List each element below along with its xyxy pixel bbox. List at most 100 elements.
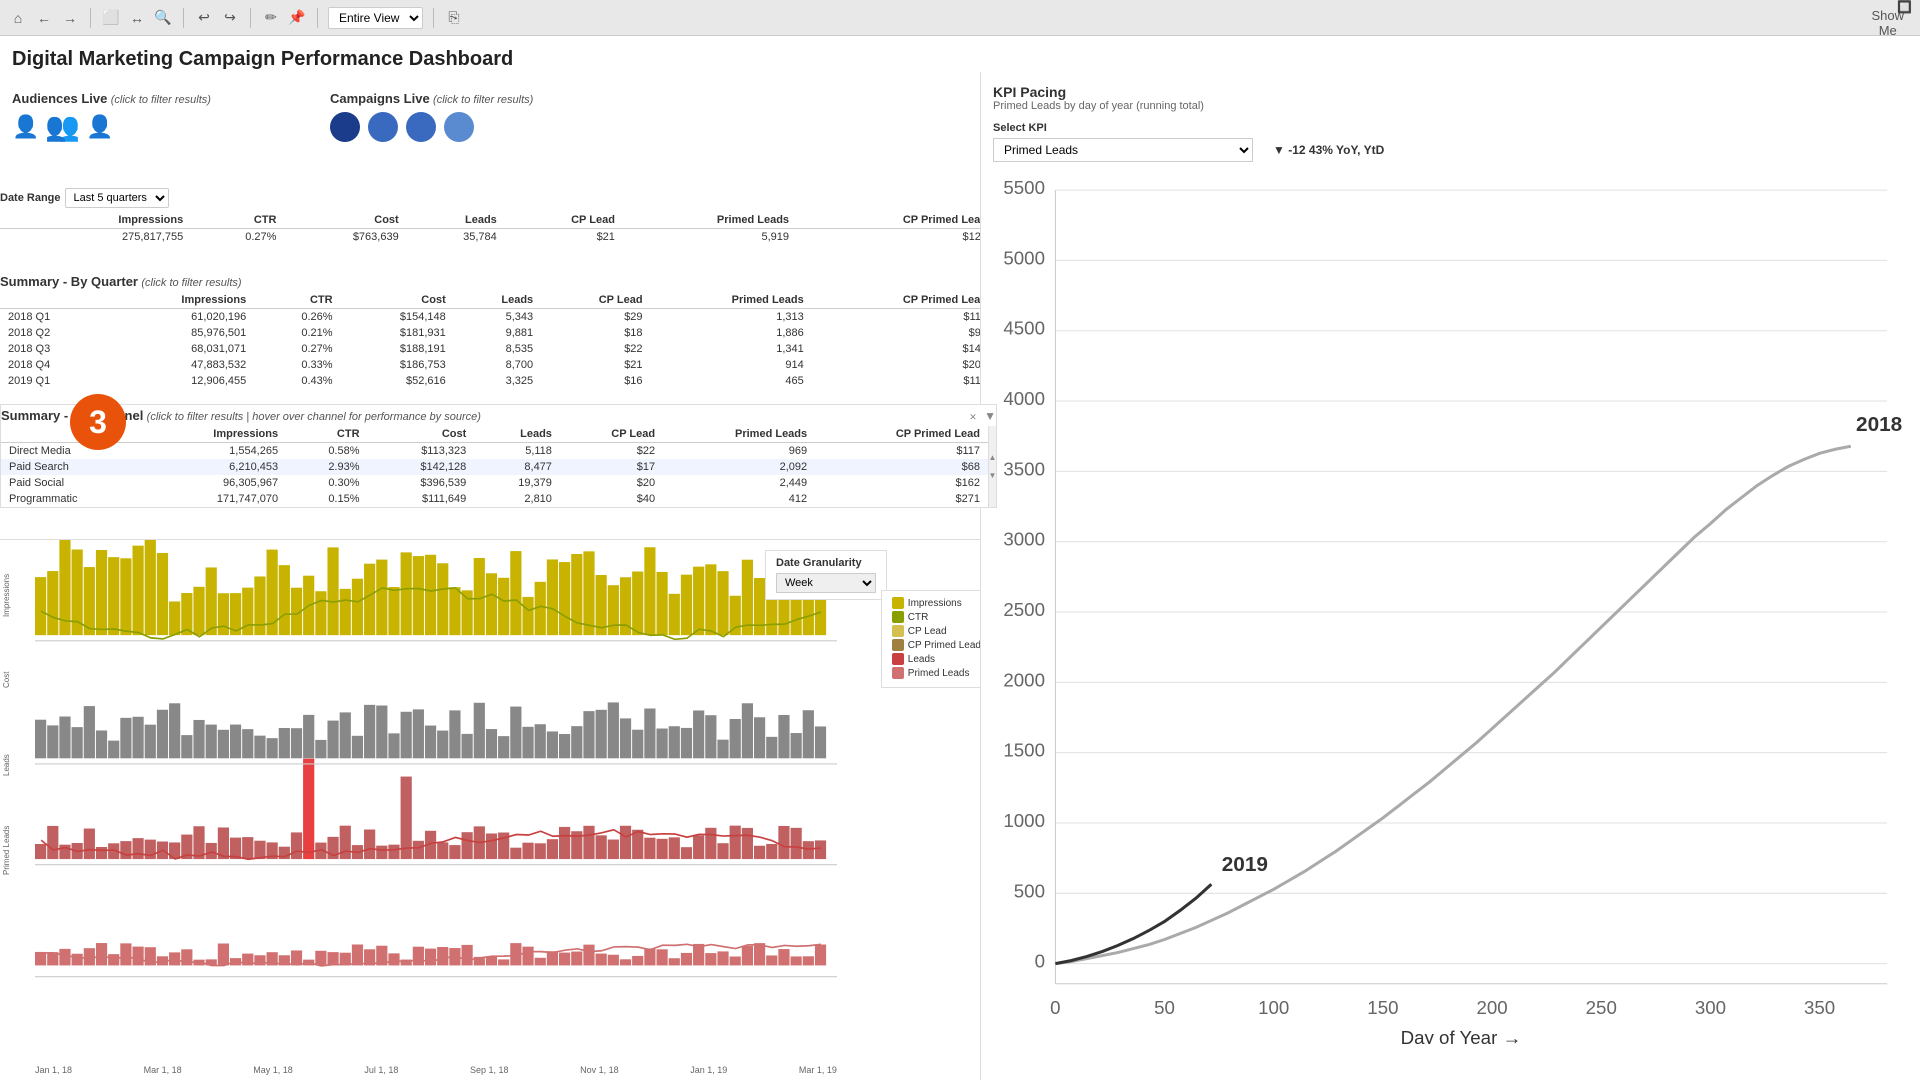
legend-primedleads-dot [892, 667, 904, 679]
q-cplead-1: $18 [541, 325, 650, 341]
granularity-select[interactable]: Week [776, 573, 876, 593]
quarterly-row-0[interactable]: 2018 Q1 61,020,196 0.26% $154,148 5,343 … [0, 309, 995, 326]
ch-cpprimed-2: $162 [815, 475, 988, 491]
pin-icon[interactable]: 📌 [287, 8, 307, 28]
ch-cplead-2: $20 [560, 475, 663, 491]
dashboard-title: Digital Marketing Campaign Performance D… [12, 48, 1908, 71]
campaign-circle-4[interactable] [444, 112, 474, 142]
ch-leads-3: 2,810 [474, 491, 560, 507]
q-label-2: 2018 Q3 [0, 341, 106, 357]
fit-icon[interactable]: ⬜ [101, 8, 121, 28]
q-cost-1: $181,931 [341, 325, 454, 341]
ch-label-3: Programmatic [1, 491, 147, 507]
audience-icon-3[interactable]: 👤 [86, 114, 113, 140]
fit-width-icon[interactable]: ↔ [127, 8, 147, 28]
q-col-ctr: CTR [254, 292, 340, 309]
quarterly-row-4[interactable]: 2019 Q1 12,906,455 0.43% $52,616 3,325 $… [0, 373, 995, 389]
campaign-circles-row [330, 112, 533, 142]
ch-cplead-0: $22 [560, 443, 663, 460]
ch-cost-3: $111,649 [368, 491, 475, 507]
audience-icon-2[interactable]: 👥 [45, 110, 80, 143]
campaigns-label[interactable]: Campaigns Live [330, 91, 430, 106]
q-leads-3: 8,700 [454, 357, 541, 373]
ch-cost-0: $113,323 [368, 443, 475, 460]
q-ctr-3: 0.33% [254, 357, 340, 373]
campaign-circle-1[interactable] [330, 112, 360, 142]
overview-col-primedleads: Primed Leads [623, 212, 797, 229]
campaign-circle-2[interactable] [368, 112, 398, 142]
ch-leads-0: 5,118 [474, 443, 560, 460]
svg-text:4000: 4000 [1003, 388, 1045, 409]
main-content: Digital Marketing Campaign Performance D… [0, 36, 1920, 1080]
channel-row-0[interactable]: Direct Media 1,554,265 0.58% $113,323 5,… [1, 443, 988, 460]
y-primedleads-label: Primed Leads [2, 810, 11, 890]
quarterly-title: Summary - By Quarter [0, 274, 138, 289]
overview-col-cost: Cost [284, 212, 406, 229]
q-ctr-0: 0.26% [254, 309, 340, 326]
close-icon[interactable]: ✕ [969, 412, 977, 422]
zoom-icon[interactable]: 🔍 [153, 8, 173, 28]
legend-primedleads: Primed Leads [892, 667, 981, 679]
campaign-circle-3[interactable] [406, 112, 436, 142]
q-cpprimed-1: $96 [812, 325, 995, 341]
kpi-select[interactable]: Primed Leads [993, 138, 1253, 162]
q-cpprimed-4: $113 [812, 373, 995, 389]
filter-icon[interactable]: ▼ [984, 409, 996, 423]
view-select[interactable]: Entire View [328, 7, 423, 29]
channel-row-1[interactable]: Paid Search 6,210,453 2.93% $142,128 8,4… [1, 459, 988, 475]
kpi-subtitle: Primed Leads by day of year (running tot… [993, 100, 1908, 112]
ch-col-impressions: Impressions [147, 426, 286, 443]
overview-cost: $763,639 [284, 229, 406, 246]
channel-row-2[interactable]: Paid Social 96,305,967 0.30% $396,539 19… [1, 475, 988, 491]
overview-cplead: $21 [505, 229, 623, 246]
ch-col-cpprimedlead: CP Primed Lead [815, 426, 988, 443]
q-imp-2: 68,031,071 [106, 341, 254, 357]
back-icon[interactable]: ← [34, 8, 54, 28]
date-range-label: Date Range [0, 192, 61, 204]
undo-icon[interactable]: ↩ [194, 8, 214, 28]
ch-label-2: Paid Social [1, 475, 147, 491]
q-label-0: 2018 Q1 [0, 309, 106, 326]
q-cplead-3: $21 [541, 357, 650, 373]
redo-icon[interactable]: ↪ [220, 8, 240, 28]
x-label-6: Nov 1, 18 [580, 1065, 619, 1075]
audience-icon-1[interactable]: 👤 [12, 114, 39, 140]
channel-row-3[interactable]: Programmatic 171,747,070 0.15% $111,649 … [1, 491, 988, 507]
ch-ctr-0: 0.58% [286, 443, 367, 460]
q-col-cplead: CP Lead [541, 292, 650, 309]
audience-icons-row: 👤 👥 👤 [12, 110, 211, 143]
ch-leads-2: 19,379 [474, 475, 560, 491]
legend-impressions-dot [892, 597, 904, 609]
ch-primed-0: 969 [663, 443, 815, 460]
step-3-badge: 3 [70, 394, 126, 450]
ch-col-ctr: CTR [286, 426, 367, 443]
home-icon[interactable]: ⌂ [8, 8, 28, 28]
quarterly-row-2[interactable]: 2018 Q3 68,031,071 0.27% $188,191 8,535 … [0, 341, 995, 357]
ch-primed-2: 2,449 [663, 475, 815, 491]
q-imp-4: 12,906,455 [106, 373, 254, 389]
scrollbar[interactable]: ▲▼ [988, 426, 996, 507]
q-primed-3: 914 [651, 357, 812, 373]
audiences-label[interactable]: Audiences Live [12, 91, 107, 106]
ch-cpprimed-3: $271 [815, 491, 988, 507]
forward-icon[interactable]: → [60, 8, 80, 28]
highlight-icon[interactable]: ✏ [261, 8, 281, 28]
date-range-select[interactable]: Last 5 quarters [65, 188, 169, 208]
q-primed-0: 1,313 [651, 309, 812, 326]
q-cplead-0: $29 [541, 309, 650, 326]
share-icon[interactable]: ⎘ [444, 8, 464, 28]
q-imp-1: 85,976,501 [106, 325, 254, 341]
legend-cplead: CP Lead [892, 625, 981, 637]
overview-ctr: 0.27% [191, 229, 284, 246]
ch-imp-1: 6,210,453 [147, 459, 286, 475]
q-cost-3: $186,753 [341, 357, 454, 373]
q-col-leads: Leads [454, 292, 541, 309]
legend-leads-label: Leads [908, 654, 935, 665]
charts-svg [35, 540, 837, 1055]
q-leads-4: 3,325 [454, 373, 541, 389]
svg-text:100: 100 [1258, 997, 1289, 1018]
quarterly-row-3[interactable]: 2018 Q4 47,883,532 0.33% $186,753 8,700 … [0, 357, 995, 373]
q-leads-0: 5,343 [454, 309, 541, 326]
q-primed-2: 1,341 [651, 341, 812, 357]
quarterly-row-1[interactable]: 2018 Q2 85,976,501 0.21% $181,931 9,881 … [0, 325, 995, 341]
